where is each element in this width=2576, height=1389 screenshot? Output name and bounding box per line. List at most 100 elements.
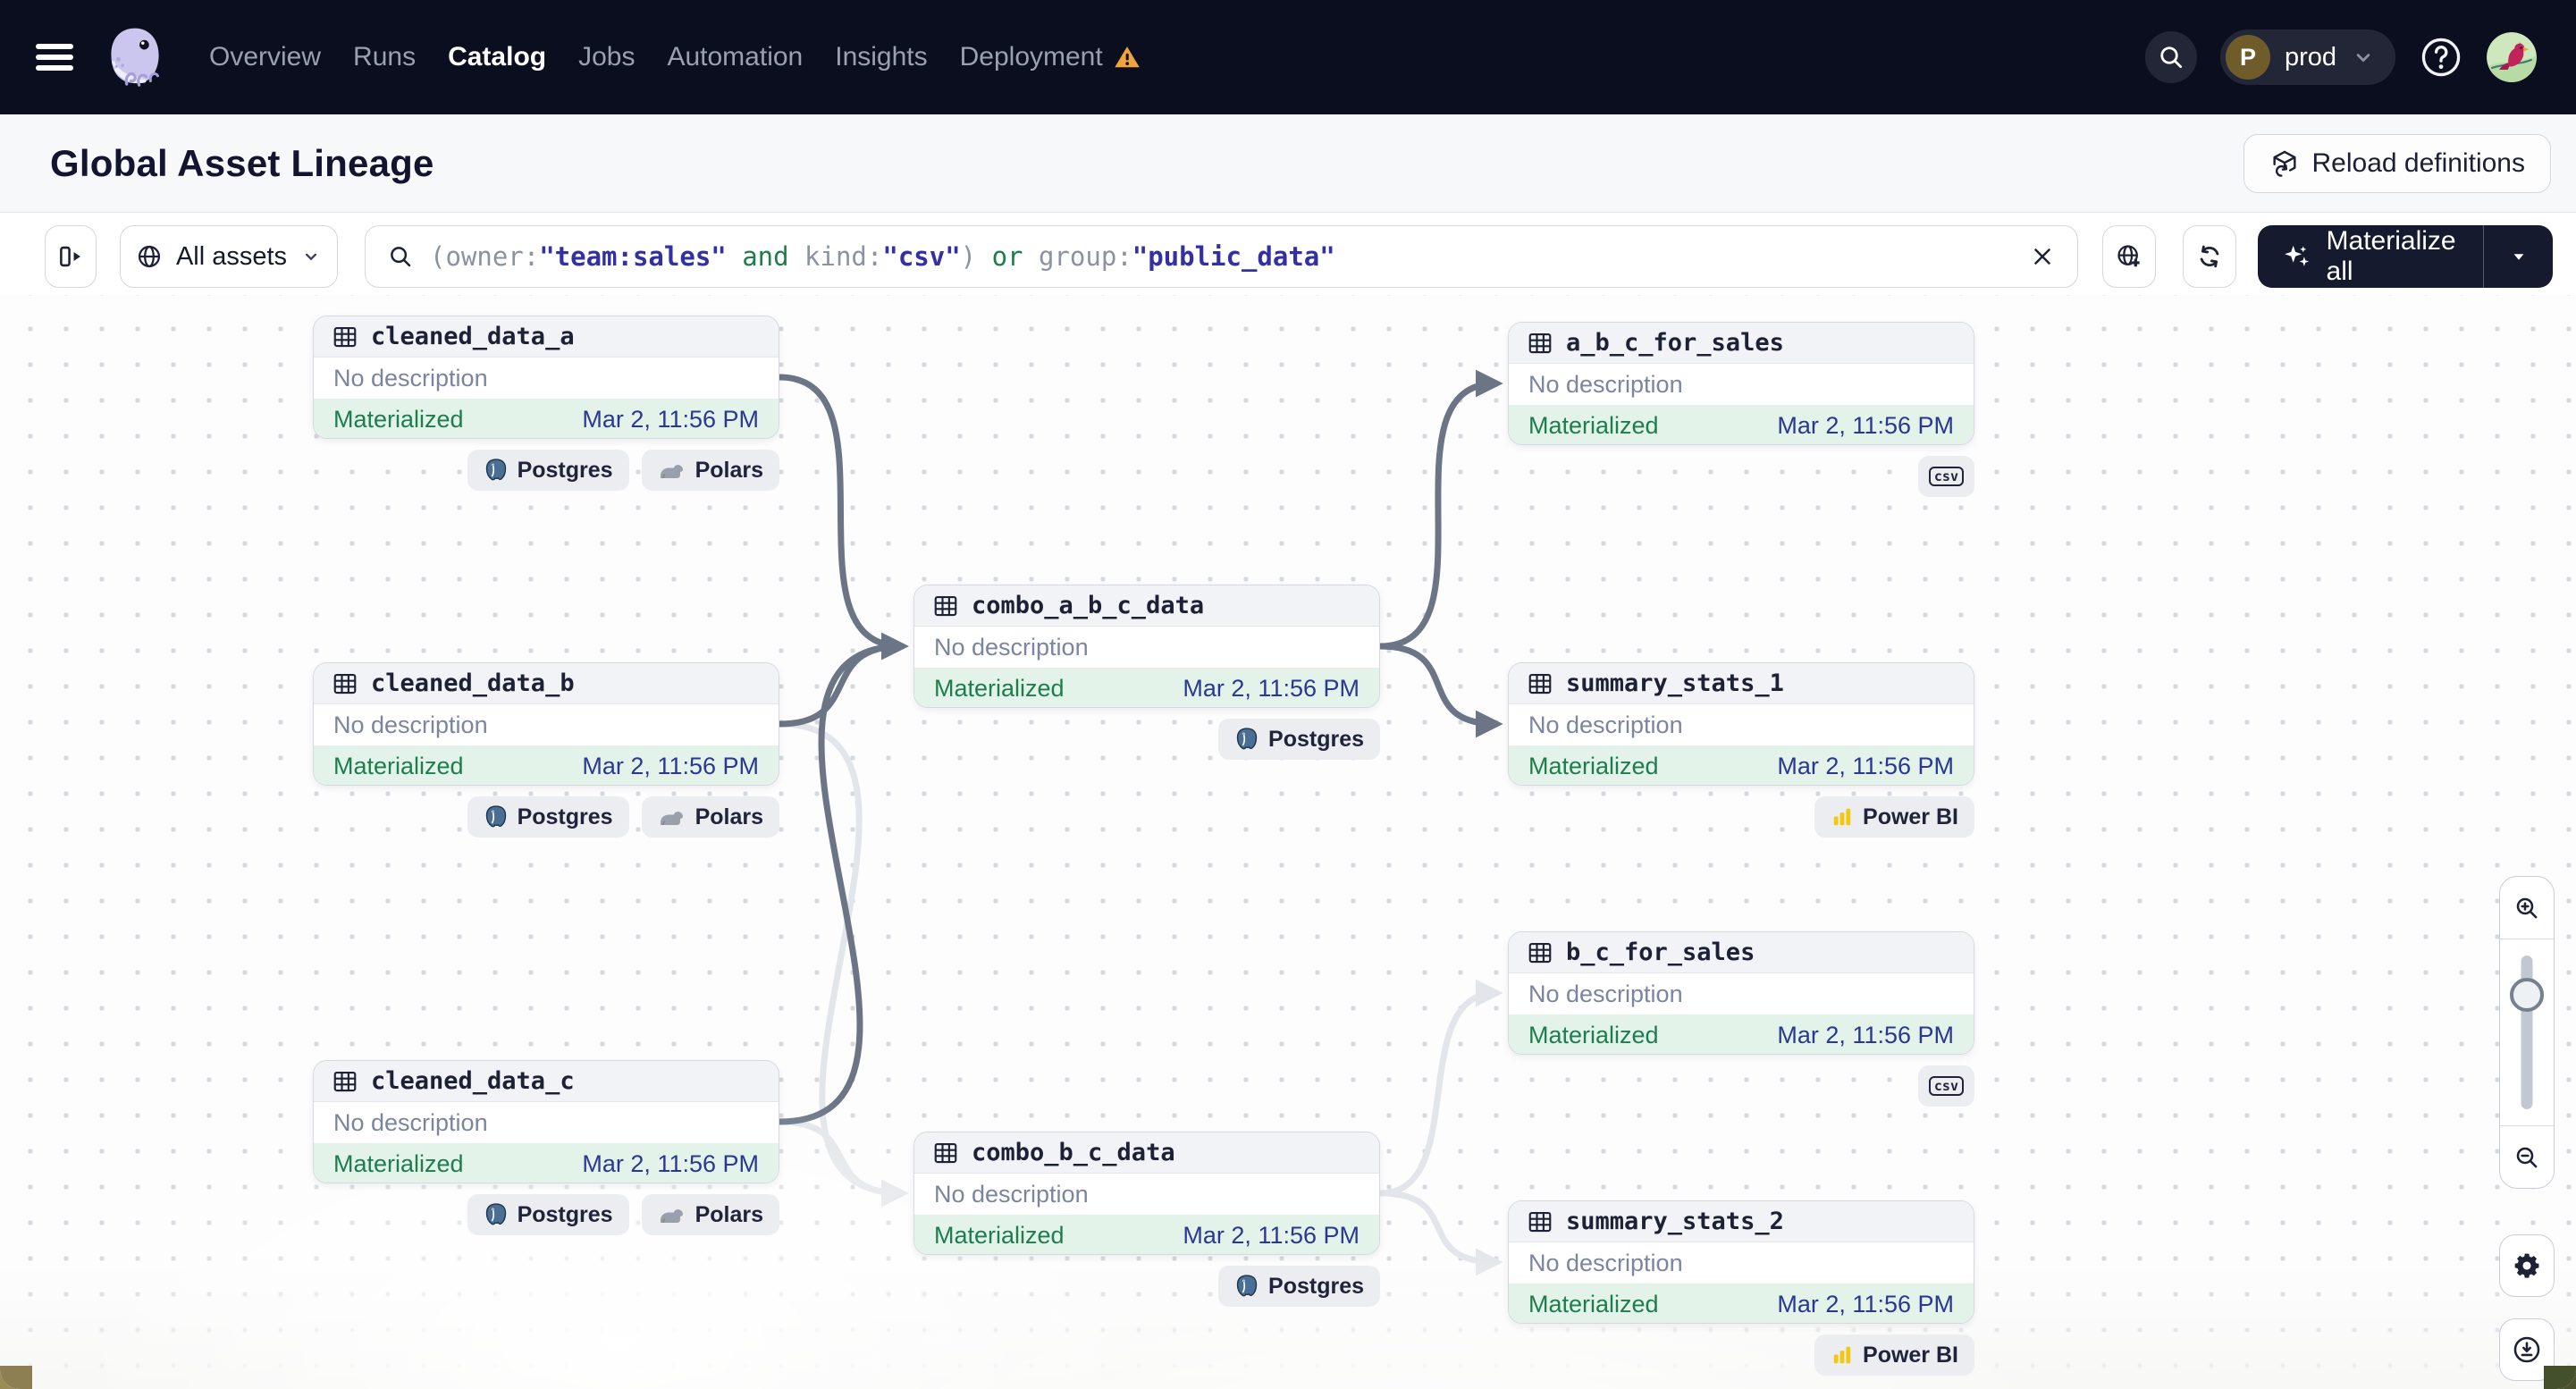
kind-tag-csv[interactable]: csv [1917, 456, 1974, 497]
asset-node-header: summary_stats_1 [1509, 663, 1974, 704]
asset-name: summary_stats_1 [1566, 669, 1784, 697]
lineage-edge-cleaned_data_c-to-combo_a_b_c_data [776, 632, 909, 1125]
asset-node-header: cleaned_data_a [314, 316, 779, 358]
asset-name: summary_stats_2 [1566, 1208, 1784, 1235]
asset-description: No description [314, 1102, 779, 1143]
help-button[interactable] [2419, 35, 2463, 80]
asset-tags-cleaned_data_c: Postgres Polars [313, 1194, 779, 1235]
postgres-icon [485, 805, 506, 828]
asset-status-row: Materialized Mar 2, 11:56 PM [914, 1215, 1379, 1254]
reload-cube-icon [2272, 150, 2296, 177]
table-icon [333, 1071, 357, 1091]
asset-node-summary_stats_1[interactable]: summary_stats_1 No description Materiali… [1508, 662, 1974, 786]
materialization-status: Materialized [1528, 752, 1659, 779]
materialization-status: Materialized [1528, 1021, 1659, 1048]
zoom-slider[interactable] [2500, 939, 2554, 1125]
nav-item-automation[interactable]: Automation [667, 42, 803, 72]
warning-icon [1114, 46, 1140, 68]
materialization-status: Materialized [934, 1221, 1065, 1249]
reload-definitions-button[interactable]: Reload definitions [2243, 134, 2551, 193]
nav-item-jobs[interactable]: Jobs [578, 42, 635, 72]
polars-icon [660, 1209, 683, 1224]
nav-item-runs[interactable]: Runs [353, 42, 416, 72]
nav-item-overview[interactable]: Overview [209, 42, 321, 72]
asset-node-header: cleaned_data_c [314, 1061, 779, 1102]
polars-icon [660, 465, 683, 479]
asset-name: a_b_c_for_sales [1566, 329, 1784, 357]
desktop-corner-right [2544, 1366, 2576, 1389]
kind-tag-polars[interactable]: Polars [641, 1194, 779, 1235]
kind-tag-polars[interactable]: Polars [641, 450, 779, 491]
table-icon [1528, 673, 1552, 694]
asset-description: No description [1509, 704, 1974, 745]
deployment-switcher[interactable]: P prod [2219, 29, 2395, 85]
zoom-out-icon [2516, 1147, 2538, 1167]
asset-node-combo_a_b_c_data[interactable]: combo_a_b_c_data No description Material… [913, 585, 1380, 708]
asset-status-row: Materialized Mar 2, 11:56 PM [314, 399, 779, 438]
asset-node-header: b_c_for_sales [1509, 932, 1974, 973]
asset-node-combo_b_c_data[interactable]: combo_b_c_data No description Materializ… [913, 1132, 1380, 1255]
asset-node-a_b_c_for_sales[interactable]: a_b_c_for_sales No description Materiali… [1508, 322, 1974, 445]
kind-tag-postgres[interactable]: Postgres [467, 450, 629, 491]
table-icon [333, 673, 357, 694]
asset-description: No description [1509, 364, 1974, 405]
graph-settings-button[interactable] [2499, 1234, 2555, 1297]
asset-node-summary_stats_2[interactable]: summary_stats_2 No description Materiali… [1508, 1200, 1974, 1324]
lineage-toolbar: All assets (owner:"team:sales" and kind:… [0, 213, 2576, 295]
polars-icon [660, 812, 683, 826]
asset-name: cleaned_data_a [371, 323, 575, 350]
materialization-timestamp: Mar 2, 11:56 PM [582, 405, 759, 433]
kind-tag-polars[interactable]: Polars [641, 796, 779, 838]
kind-tag-csv[interactable]: csv [1917, 1065, 1974, 1107]
materialize-all-button[interactable]: Materialize all [2258, 225, 2553, 288]
dagster-logo-icon[interactable] [102, 19, 168, 96]
materialize-options-button[interactable] [2483, 225, 2553, 288]
lineage-edge-cleaned_data_c-to-combo_b_c_data [776, 1118, 909, 1208]
kind-tag-postgres[interactable]: Postgres [1218, 1266, 1380, 1307]
nav-item-insights[interactable]: Insights [835, 42, 927, 72]
asset-tags-combo_a_b_c_data: Postgres [913, 719, 1380, 760]
lineage-edge-combo_a_b_c_data-to-summary_stats_1 [1376, 643, 1503, 738]
clear-selection-button[interactable] [2029, 243, 2056, 270]
asset-description: No description [1509, 1242, 1974, 1284]
asset-node-b_c_for_sales[interactable]: b_c_for_sales No description Materialize… [1508, 931, 1974, 1055]
postgres-icon [1236, 1275, 1258, 1297]
page-header: Global Asset Lineage Reload definitions [0, 114, 2576, 213]
global-search-button[interactable] [2144, 31, 2197, 83]
powerbi-icon [1833, 1346, 1851, 1364]
asset-name: combo_b_c_data [972, 1139, 1175, 1166]
asset-node-cleaned_data_c[interactable]: cleaned_data_c No description Materializ… [313, 1060, 779, 1183]
kind-tag-postgres[interactable]: Postgres [467, 796, 629, 838]
zoom-slider-handle[interactable] [2510, 978, 2544, 1012]
menu-icon[interactable] [36, 44, 73, 71]
zoom-in-button[interactable] [2500, 877, 2554, 939]
kind-tag-powerbi[interactable]: Power BI [1814, 1334, 1974, 1376]
refresh-button[interactable] [2183, 225, 2236, 288]
user-avatar[interactable] [2487, 32, 2537, 82]
table-icon [934, 1142, 957, 1163]
expand-panel-icon [60, 246, 80, 267]
kind-tag-postgres[interactable]: Postgres [467, 1194, 629, 1235]
asset-status-row: Materialized Mar 2, 11:56 PM [914, 668, 1379, 707]
open-left-panel-button[interactable] [45, 225, 97, 288]
kind-tag-powerbi[interactable]: Power BI [1814, 796, 1974, 838]
asset-selection-input[interactable]: (owner:"team:sales" and kind:"csv") or g… [365, 225, 2078, 288]
asset-tags-a_b_c_for_sales: csv [1508, 456, 1974, 497]
asset-scope-dropdown[interactable]: All assets [120, 225, 338, 288]
asset-tags-combo_b_c_data: Postgres [913, 1266, 1380, 1307]
asset-tags-cleaned_data_a: Postgres Polars [313, 450, 779, 491]
asset-node-cleaned_data_a[interactable]: cleaned_data_a No description Materializ… [313, 316, 779, 439]
asset-description: No description [314, 704, 779, 745]
nav-item-catalog[interactable]: Catalog [448, 42, 546, 72]
gear-icon [2514, 1253, 2539, 1278]
lineage-edge-combo_b_c_data-to-b_c_for_sales [1376, 979, 1503, 1197]
zoom-out-button[interactable] [2500, 1125, 2554, 1188]
search-icon [391, 247, 411, 267]
kind-tag-postgres[interactable]: Postgres [1218, 719, 1380, 760]
view-full-graph-button[interactable] [2102, 225, 2156, 288]
nav-item-deployment[interactable]: Deployment [960, 42, 1141, 72]
materialization-timestamp: Mar 2, 11:56 PM [1777, 752, 1954, 779]
asset-tags-summary_stats_1: Power BI [1508, 796, 1974, 838]
lineage-canvas[interactable]: cleaned_data_a No description Materializ… [0, 295, 2576, 1389]
asset-node-cleaned_data_b[interactable]: cleaned_data_b No description Materializ… [313, 662, 779, 786]
